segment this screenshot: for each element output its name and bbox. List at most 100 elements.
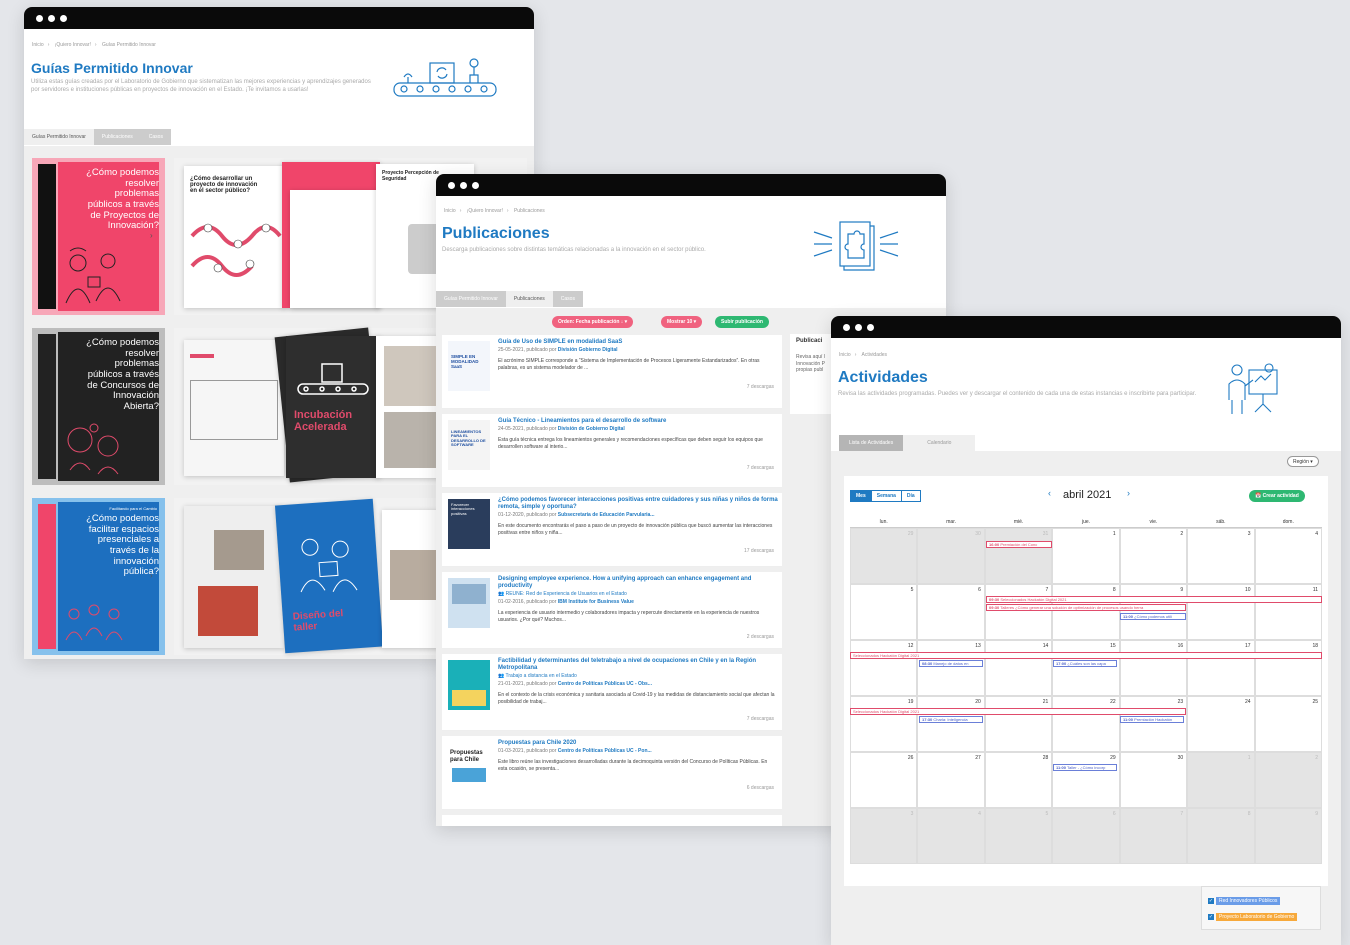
day-cell[interactable]: 6 <box>1052 808 1120 864</box>
publication-author[interactable]: Centro de Políticas Públicas UC - Pon... <box>558 748 652 754</box>
calendar-event[interactable]: 11:00 Taller - ¿Cómo incorp <box>1053 764 1117 771</box>
breadcrumb-link[interactable]: ¡Quiero Innovar! <box>467 208 503 214</box>
publication-item[interactable]: LINEAMIENTOS PARA EL DESARROLLO DE SOFTW… <box>442 414 782 488</box>
day-cell[interactable]: 19 <box>850 696 918 752</box>
day-cell[interactable]: 28 <box>984 752 1053 808</box>
day-cell[interactable]: 25 <box>1254 696 1322 752</box>
day-cell[interactable]: 7 <box>984 584 1053 640</box>
day-cell[interactable]: 3 <box>1187 528 1255 584</box>
calendar-event[interactable]: 17:30 Charla: Inteligencia <box>919 716 983 723</box>
publication-item[interactable]: Factibilidad y determinantes del teletra… <box>442 654 782 731</box>
window-control-dot[interactable] <box>472 181 479 189</box>
day-cell[interactable]: 4 <box>917 808 985 864</box>
window-control-dot[interactable] <box>60 14 67 22</box>
publication-title[interactable]: ¿Cómo podemos favorecer interacciones po… <box>498 497 778 511</box>
legend-item[interactable]: ✓ Proyecto Laboratorio de Gobierno <box>1208 913 1298 921</box>
breadcrumb-link[interactable]: Inicio <box>444 208 456 214</box>
tab-casos[interactable]: Casos <box>140 129 171 145</box>
legend-item[interactable]: ✓ Red Innovadores Públicos <box>1208 897 1281 905</box>
publication-item[interactable]: Favorecer interacciones positivas ¿Cómo … <box>442 493 782 567</box>
publication-item[interactable] <box>442 815 782 826</box>
tab-guias[interactable]: Guías Permitido Innovar <box>24 129 94 145</box>
day-cell[interactable]: 10 <box>1187 584 1255 640</box>
window-control-dot[interactable] <box>48 14 55 22</box>
tab-publicaciones[interactable]: Publicaciones <box>505 291 553 307</box>
calendar-event[interactable]: 11:00 ¿Cómo podemos utili <box>1120 613 1186 620</box>
day-cell[interactable]: 21 <box>984 696 1053 752</box>
day-cell[interactable]: 5 <box>984 808 1053 864</box>
day-cell[interactable]: 8 <box>1052 584 1120 640</box>
chevron-right-icon[interactable]: › <box>150 231 153 240</box>
calendar-event[interactable]: 09:30 Talleres ¿Cómo generar una solució… <box>986 604 1186 611</box>
day-cell[interactable]: 2 <box>1254 752 1322 808</box>
day-cell[interactable]: 2 <box>1119 528 1188 584</box>
day-cell[interactable]: 7 <box>1119 808 1188 864</box>
calendar-event[interactable]: Seleccionados Hackatón Digital 2021 <box>850 708 1186 715</box>
day-cell[interactable]: 1 <box>1052 528 1120 584</box>
view-month-button[interactable]: Mes <box>851 491 871 501</box>
tab-casos[interactable]: Casos <box>552 291 583 307</box>
publication-item[interactable]: Designing employee experience. How a uni… <box>442 572 782 649</box>
tab-lista-actividades[interactable]: Lista de Actividades <box>839 435 904 451</box>
day-cell[interactable]: 20 <box>917 696 985 752</box>
publication-title[interactable]: Propuestas para Chile 2020 <box>498 740 778 747</box>
view-day-button[interactable]: Día <box>900 491 920 501</box>
checkbox-checked-icon[interactable]: ✓ <box>1208 914 1214 920</box>
window-control-dot[interactable] <box>36 14 43 22</box>
guide-cover[interactable]: ¿Cómo podemos resolver problemas público… <box>32 158 165 315</box>
breadcrumb-link[interactable]: Inicio <box>32 42 44 48</box>
publication-author[interactable]: División de Gobierno Digital <box>558 426 625 432</box>
day-cell[interactable]: 16 <box>1119 640 1188 696</box>
publication-title[interactable]: Designing employee experience. How a uni… <box>498 576 778 590</box>
chevron-right-icon[interactable]: › <box>150 401 153 410</box>
publication-title[interactable]: Guía de Uso de SIMPLE en modalidad SaaS <box>498 339 778 346</box>
day-cell[interactable]: 27 <box>917 752 985 808</box>
create-activity-button[interactable]: 📅 Crear actividad <box>1249 490 1305 502</box>
breadcrumb-link[interactable]: Inicio <box>839 352 851 358</box>
prev-month-button[interactable]: ‹ <box>1048 488 1051 498</box>
day-cell[interactable]: 29 <box>1052 752 1120 808</box>
publication-author[interactable]: Centro de Políticas Públicas UC - Obs... <box>558 681 652 687</box>
next-month-button[interactable]: › <box>1127 488 1130 498</box>
day-cell[interactable]: 5 <box>850 584 918 640</box>
day-cell[interactable]: 30 <box>1119 752 1188 808</box>
day-cell[interactable]: 30 <box>917 528 985 584</box>
view-week-button[interactable]: Semana <box>870 491 901 501</box>
day-cell[interactable]: 15 <box>1052 640 1120 696</box>
publication-group-tag[interactable]: 👥 Trabajo a distancia en el Estado <box>498 673 577 679</box>
day-cell[interactable]: 14 <box>984 640 1053 696</box>
day-cell[interactable]: 4 <box>1254 528 1322 584</box>
publication-item[interactable]: SIMPLE EN MODALIDAD SaaS Guía de Uso de … <box>442 335 782 409</box>
day-cell[interactable]: 29 <box>850 528 918 584</box>
calendar-event[interactable]: 08:30 Manejo de datos en <box>919 660 983 667</box>
tab-publicaciones[interactable]: Publicaciones <box>93 129 141 145</box>
day-cell[interactable]: 11 <box>1254 584 1322 640</box>
day-cell[interactable]: 9 <box>1119 584 1188 640</box>
publication-title[interactable]: Guía Técnico - Lineamientos para el desa… <box>498 418 778 425</box>
order-dropdown[interactable]: Orden: Fecha publicación ↓ ▾ <box>552 316 634 328</box>
tab-calendario[interactable]: Calendario <box>903 435 976 451</box>
publication-author[interactable]: División Gobierno Digital <box>558 347 618 353</box>
day-cell[interactable]: 8 <box>1187 808 1255 864</box>
day-cell[interactable]: 24 <box>1187 696 1255 752</box>
calendar-event[interactable]: 16:00 Premiación del Conc <box>986 541 1052 548</box>
calendar-event[interactable]: 17:00 ¿Cuáles son las capa <box>1053 660 1117 667</box>
publication-title[interactable]: Factibilidad y determinantes del teletra… <box>498 658 778 672</box>
window-control-dot[interactable] <box>843 323 850 331</box>
day-cell[interactable]: 9 <box>1254 808 1322 864</box>
region-dropdown[interactable]: Región ▾ <box>1287 456 1319 467</box>
calendar-event[interactable]: 11:00 Premiación Hackatón <box>1120 716 1184 723</box>
publication-author[interactable]: IBM Institute for Business Value <box>558 599 634 605</box>
day-cell[interactable]: 12 <box>850 640 918 696</box>
chevron-right-icon[interactable]: › <box>150 571 153 580</box>
calendar-event[interactable]: Seleccionados Hackatón Digital 2021 <box>850 652 1322 659</box>
publication-item[interactable]: Propuestas para Chile Propuestas para Ch… <box>442 736 782 810</box>
guide-cover[interactable]: Facilitando para el Cambio ¿Cómo podemos… <box>32 498 165 655</box>
day-cell[interactable]: 17 <box>1187 640 1255 696</box>
upload-publication-button[interactable]: Subir publicación <box>715 316 769 328</box>
breadcrumb-link[interactable]: ¡Quiero Innovar! <box>55 42 91 48</box>
window-control-dot[interactable] <box>448 181 455 189</box>
show-count-dropdown[interactable]: Mostrar 10 ▾ <box>661 316 703 328</box>
day-cell[interactable]: 31 <box>984 528 1053 584</box>
day-cell[interactable]: 13 <box>917 640 985 696</box>
